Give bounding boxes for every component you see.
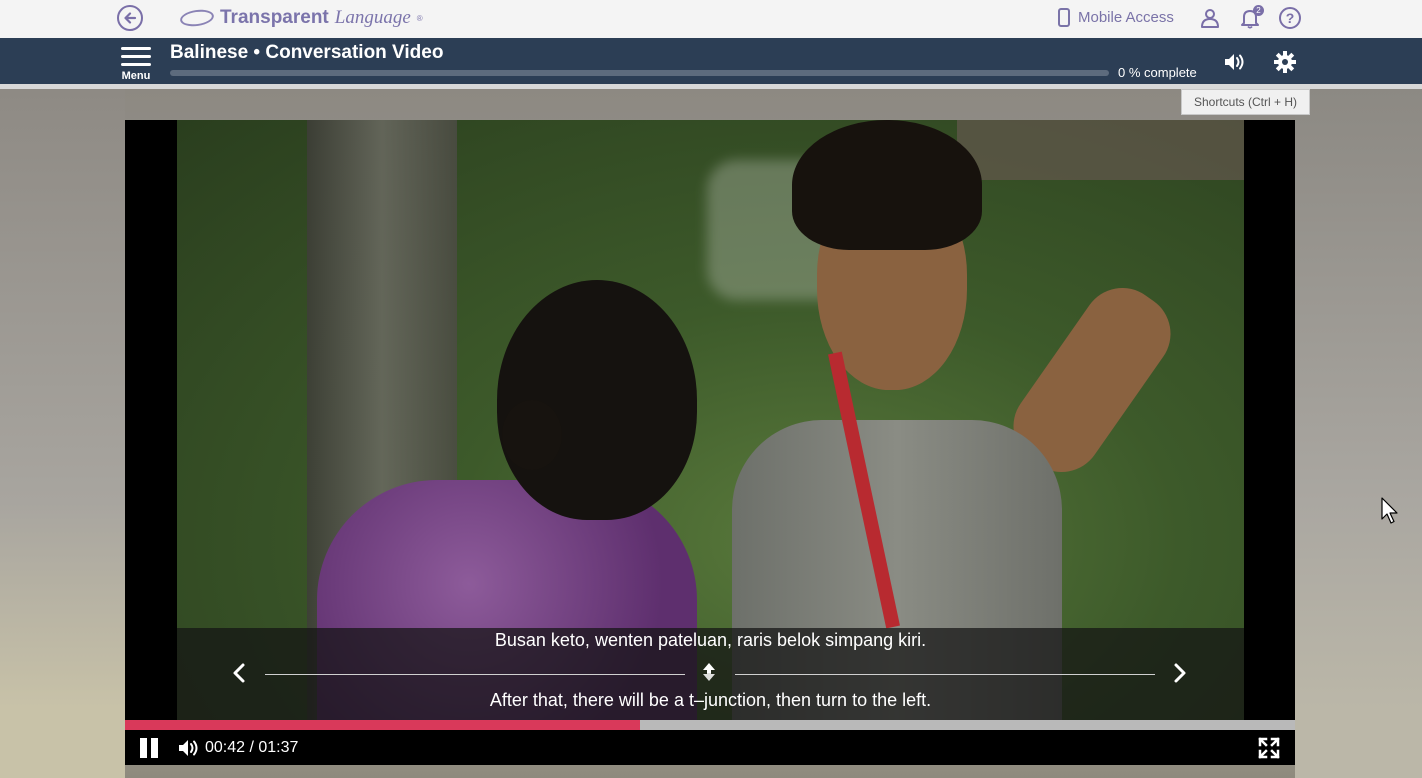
- profile-button[interactable]: [1198, 6, 1222, 30]
- video-scene-roof: [957, 120, 1244, 180]
- mouse-cursor-icon: [1381, 497, 1398, 524]
- settings-button[interactable]: [1273, 50, 1297, 74]
- notification-count-badge: 2: [1253, 5, 1264, 16]
- phone-icon: [1058, 8, 1070, 27]
- subtitle-translation: After that, there will be a t–junction, …: [489, 690, 932, 710]
- menu-icon: [118, 44, 154, 66]
- lesson-header: Menu Balinese • Conversation Video 0 % c…: [0, 38, 1422, 84]
- speaker-icon: [1225, 54, 1244, 70]
- audio-button[interactable]: [1223, 50, 1247, 74]
- video-player[interactable]: Busan keto, wenten pateluan, raris belok…: [125, 120, 1295, 765]
- backdrop-right: [1295, 89, 1422, 778]
- progress-text: 0 % complete: [1118, 65, 1197, 80]
- video-scene-man-hair: [792, 120, 982, 250]
- video-scene-woman-hair: [502, 400, 562, 470]
- subtitle-original: Busan keto, wenten pateluan, raris belok…: [494, 630, 927, 650]
- backdrop-left: [0, 89, 125, 778]
- notifications-button[interactable]: 2: [1238, 5, 1264, 30]
- lesson-progress-bar: [170, 70, 1109, 76]
- fullscreen-icon: [1258, 737, 1280, 759]
- back-arrow-icon: [124, 12, 137, 24]
- volume-button[interactable]: [177, 737, 201, 759]
- logo-text-bold: Transparent: [220, 7, 329, 28]
- volume-icon: [179, 740, 198, 756]
- subtitle-divider-left: [265, 674, 685, 675]
- seek-bar-played: [125, 720, 640, 730]
- logo-registered-mark: ®: [416, 13, 423, 23]
- menu-button[interactable]: Menu: [118, 44, 154, 82]
- subtitle-divider-right: [735, 674, 1155, 675]
- pause-button[interactable]: [140, 738, 160, 758]
- seek-bar[interactable]: [125, 720, 1295, 730]
- top-bar: Transparent Language ® Mobile Access 2 ?: [0, 0, 1422, 38]
- shortcuts-tooltip: Shortcuts (Ctrl + H): [1181, 89, 1310, 115]
- swap-icon: [703, 663, 715, 681]
- player-controls: 00:42 / 01:37: [125, 730, 1295, 765]
- logo[interactable]: Transparent Language ®: [179, 7, 423, 29]
- mobile-access-label: Mobile Access: [1078, 9, 1174, 26]
- swap-subtitles-button[interactable]: [700, 661, 718, 688]
- previous-subtitle-button[interactable]: [229, 662, 249, 691]
- next-chevron-icon: [1174, 663, 1186, 683]
- subtitle-panel: Busan keto, wenten pateluan, raris belok…: [177, 628, 1244, 720]
- mobile-access-link[interactable]: Mobile Access: [1058, 8, 1174, 27]
- prev-chevron-icon: [233, 663, 245, 683]
- back-button[interactable]: [117, 5, 143, 31]
- menu-label: Menu: [121, 70, 151, 82]
- help-button[interactable]: ?: [1278, 6, 1302, 30]
- fullscreen-button[interactable]: [1258, 737, 1280, 759]
- user-icon: [1201, 9, 1219, 28]
- help-icon: ?: [1279, 7, 1301, 29]
- next-subtitle-button[interactable]: [1170, 662, 1190, 691]
- lesson-title: Balinese • Conversation Video: [170, 42, 444, 63]
- gear-icon: [1274, 51, 1296, 73]
- logo-swoosh-icon: [179, 7, 215, 29]
- logo-text-italic: Language: [334, 7, 411, 28]
- time-display: 00:42 / 01:37: [205, 739, 299, 756]
